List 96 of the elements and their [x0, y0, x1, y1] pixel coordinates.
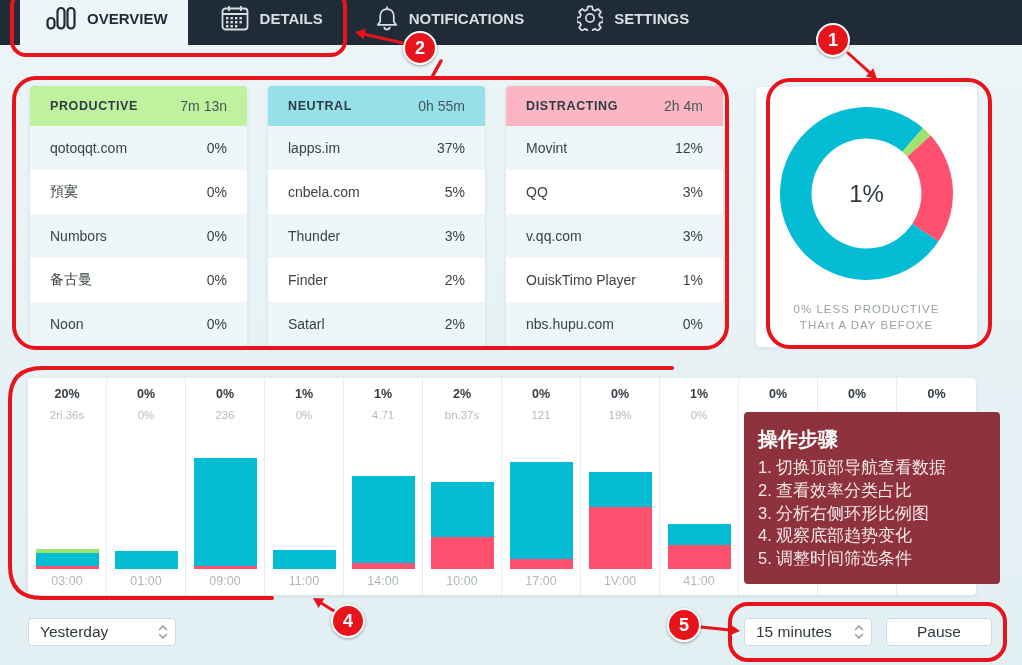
- app-name: cnbela.com: [288, 184, 360, 200]
- interval-select[interactable]: 15 minutes: [744, 618, 872, 646]
- column-time: 1V:00: [603, 573, 637, 589]
- app-share: 37%: [436, 140, 465, 156]
- app-name: Numbors: [50, 228, 107, 244]
- column-time: 09:00: [209, 573, 241, 589]
- column-time: 10:00: [446, 573, 478, 589]
- column-time: 14:00: [367, 573, 399, 589]
- step-item: 2. 查看效率分类占比: [758, 479, 914, 501]
- app-name: v.qq.com: [526, 228, 582, 244]
- category-title: NEUTRAL: [288, 99, 352, 113]
- app-share: 1%: [682, 272, 703, 288]
- app-share: 2%: [444, 272, 465, 288]
- column-percent: 2%: [451, 386, 473, 402]
- step-item: 5. 调整时间筛选条件: [758, 548, 914, 570]
- pause-button[interactable]: Pause: [886, 618, 992, 646]
- app-name: lapps.im: [288, 140, 341, 156]
- annotation-arrow: [313, 598, 336, 613]
- app-name: Satarl: [288, 316, 325, 332]
- app-name: Movint: [526, 140, 568, 156]
- column-detail: 2ri.36s: [48, 408, 86, 423]
- app-name: 預寞: [50, 183, 78, 201]
- range-select[interactable]: Yesterday: [28, 618, 176, 646]
- step-badge: 2: [403, 31, 437, 65]
- column-percent: 1%: [688, 386, 710, 402]
- app-share: 5%: [444, 184, 465, 200]
- annotation-arrow: [355, 28, 405, 45]
- step-item: 1. 切换顶部导航查看数据: [758, 457, 948, 478]
- chevron-updown-icon: [854, 624, 864, 640]
- column-percent: 0%: [926, 386, 947, 402]
- nav-tab[interactable]: SETTINGS: [557, 5, 710, 31]
- column-percent: 0%: [767, 386, 789, 402]
- column-time: 03:00: [51, 573, 83, 589]
- column-detail: 0%: [136, 408, 156, 423]
- steps-title: 操作步骤: [758, 427, 839, 452]
- app-name: QQ: [526, 184, 548, 200]
- category-title: PRODUCTIVE: [50, 99, 138, 113]
- step-badge: 5: [667, 608, 701, 642]
- step-item: 4. 观察底部趋势变化: [758, 525, 914, 547]
- app-share: 3%: [682, 184, 703, 200]
- app-name: 备古曼: [50, 271, 92, 289]
- column-percent: 0%: [609, 386, 631, 402]
- bell-icon: [375, 5, 398, 31]
- app-share: 3%: [444, 228, 465, 244]
- column-percent: 20%: [53, 386, 81, 402]
- app-share: 0%: [206, 272, 227, 288]
- step-badge: 1: [816, 23, 850, 57]
- column-percent: 1%: [293, 386, 315, 402]
- column-time: 01:00: [130, 573, 162, 589]
- column-percent: 1%: [372, 386, 394, 402]
- column-detail: 121: [530, 408, 552, 423]
- calendar-icon: [220, 5, 249, 31]
- chevron-updown-icon: [158, 624, 168, 640]
- nav-tab[interactable]: DETAILS: [200, 5, 343, 31]
- column-detail: 0%: [689, 408, 709, 423]
- app-name: qotoqqt.com: [50, 140, 128, 156]
- nav-tab[interactable]: OVERVIEW: [20, 0, 188, 45]
- app-share: 12%: [674, 140, 703, 156]
- category-title: DISTRACTING: [526, 99, 618, 113]
- column-time: 17:00: [525, 573, 557, 589]
- gear-icon: [577, 5, 604, 31]
- app-share: 3%: [682, 228, 703, 244]
- app-name: nbs.hupu.com: [526, 316, 614, 332]
- category-total: 2h 4m: [664, 98, 703, 114]
- category-total: 7m 13n: [180, 98, 227, 114]
- step-badge: 4: [331, 604, 365, 638]
- column-detail: 19%: [607, 408, 633, 423]
- app-share: 0%: [206, 184, 227, 200]
- category-total: 0h 55m: [418, 98, 465, 114]
- annotation-arrow: [846, 51, 877, 79]
- connector-line: [430, 59, 443, 79]
- column-time: 11:00: [288, 573, 320, 589]
- column-detail: bn.37s: [443, 408, 481, 423]
- comparison-caption: 0% LESS PRODUCTIVE THArt A DAY BEFOXE: [793, 302, 940, 333]
- nav-tab[interactable]: NOTIFICATIONS: [355, 5, 545, 31]
- column-detail: 0%: [294, 408, 314, 423]
- column-percent: 0%: [846, 386, 868, 402]
- column-time: 41:00: [683, 573, 715, 589]
- step-item: 3. 分析右侧环形比例图: [758, 502, 931, 524]
- bar-chart-icon: [46, 6, 76, 30]
- app-name: Finder: [288, 272, 328, 288]
- column-detail: 236: [214, 408, 236, 423]
- app-share: 2%: [444, 316, 465, 332]
- app-name: OuiskTimo Player: [526, 272, 636, 288]
- app-share: 0%: [206, 316, 227, 332]
- column-detail: 4.71: [370, 408, 396, 423]
- productivity-value: 1%: [849, 181, 884, 206]
- column-percent: 0%: [135, 386, 157, 402]
- app-share: 0%: [206, 228, 227, 244]
- annotation-arrow: [699, 624, 740, 636]
- app-name: Noon: [50, 316, 84, 332]
- app-share: 0%: [206, 140, 227, 156]
- app-share: 0%: [682, 316, 703, 332]
- app-name: Thunder: [288, 228, 341, 244]
- column-percent: 0%: [214, 386, 236, 402]
- column-percent: 0%: [530, 386, 552, 402]
